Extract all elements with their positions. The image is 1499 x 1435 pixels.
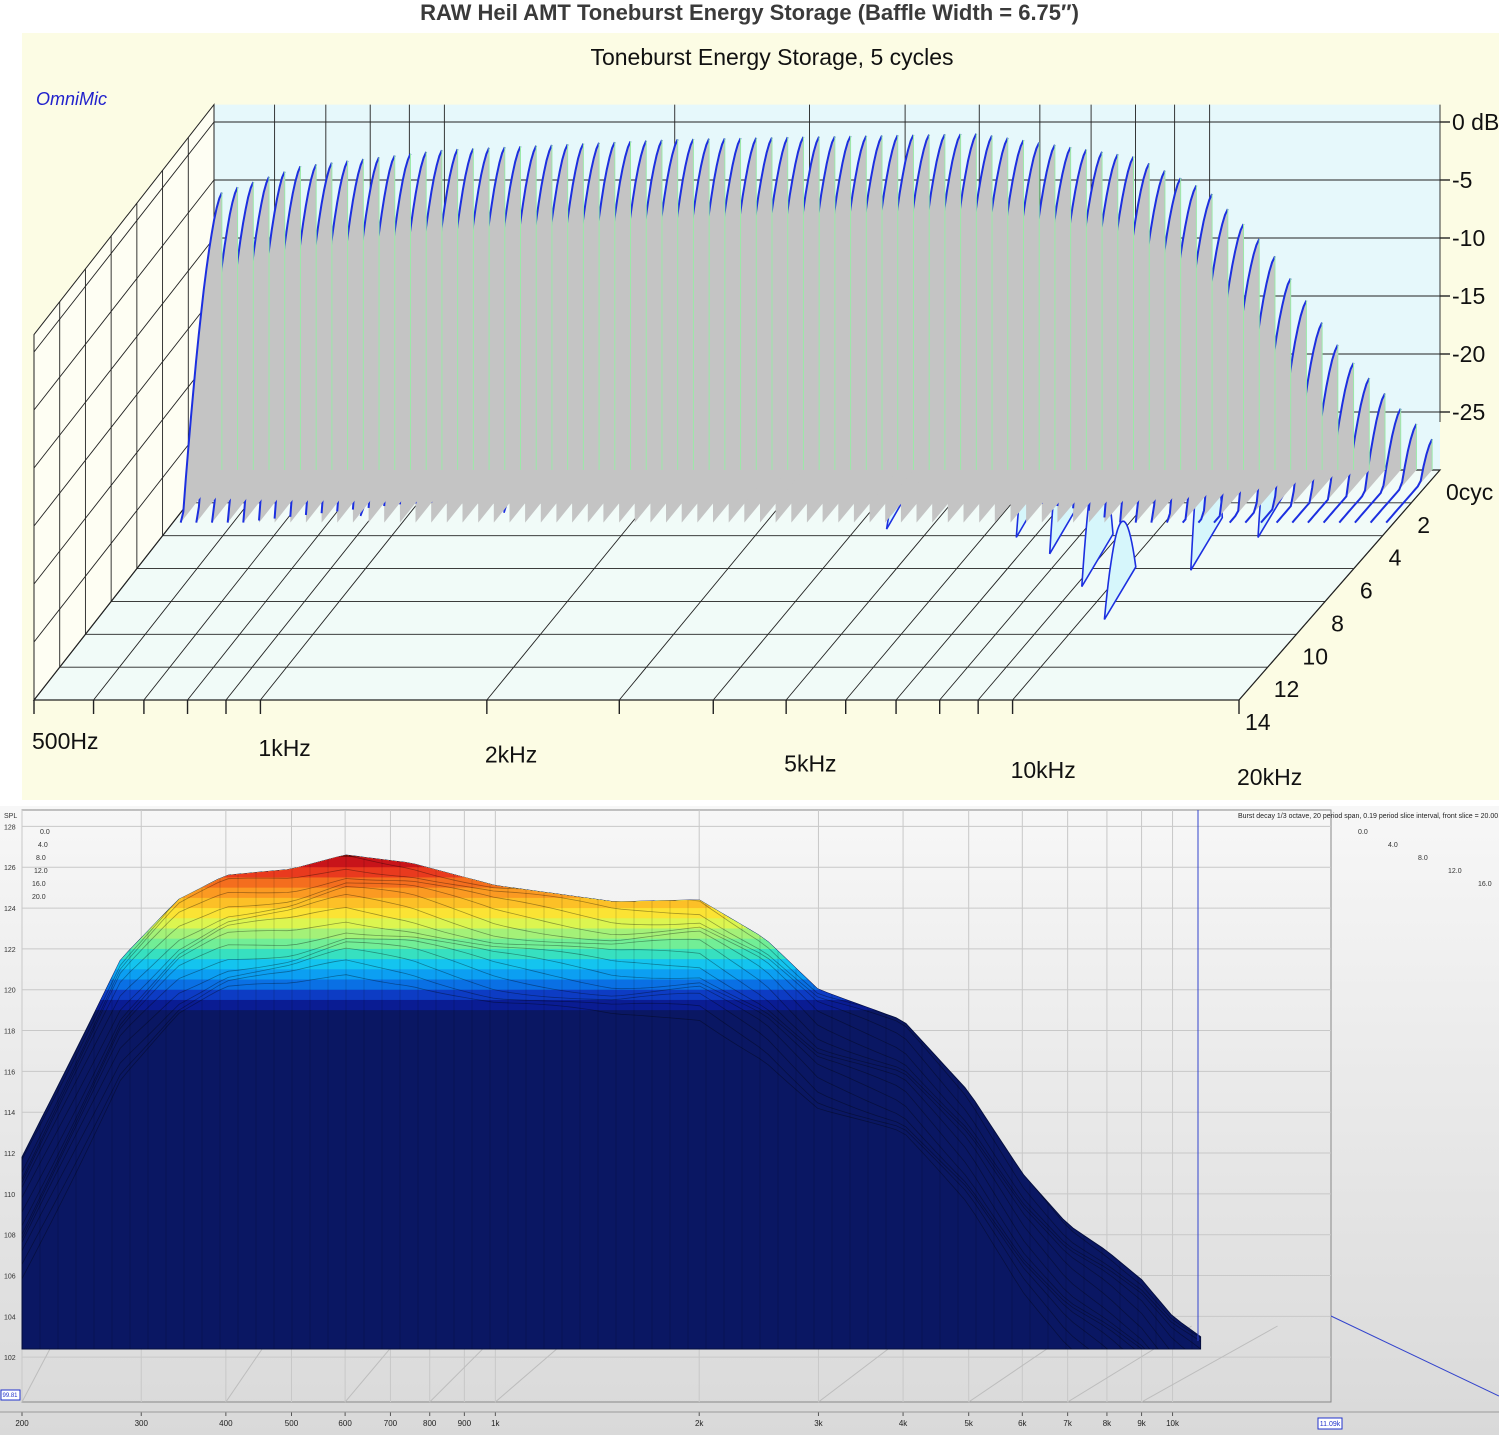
- x-tick-label: 10k: [1166, 1419, 1180, 1428]
- z-tick-label: 0cyc: [1446, 479, 1493, 505]
- x-tick-label: 300: [135, 1419, 149, 1428]
- y-tick-label: 106: [4, 1274, 16, 1281]
- y-tick-label: 108: [4, 1233, 16, 1240]
- z-tick-label: 12: [1274, 676, 1300, 702]
- z-tick-label: 2: [1417, 512, 1430, 538]
- x-tick-label: 10kHz: [1011, 757, 1076, 783]
- y-axis-name: SPL: [4, 813, 17, 820]
- y-readout: 99.81: [2, 1393, 18, 1399]
- y-tick-label: 126: [4, 865, 16, 872]
- y-tick-label: -20: [1452, 341, 1485, 367]
- y-tick-label: 122: [4, 947, 16, 954]
- depth-label-left: 12.0: [34, 868, 48, 875]
- x-tick-label: 20kHz: [1237, 764, 1302, 790]
- x-tick-label: 9k: [1137, 1419, 1146, 1428]
- x-tick-label: 3k: [814, 1419, 823, 1428]
- cursor-readout: 11.09k: [1320, 1421, 1341, 1428]
- toneburst-waterfall-chart: Toneburst Energy Storage, 5 cycles OmniMi…: [32, 44, 1499, 790]
- y-tick-label: 124: [4, 906, 16, 913]
- y-tick-label: 102: [4, 1355, 16, 1362]
- y-tick-label: -15: [1452, 283, 1485, 309]
- y-tick-label: 120: [4, 988, 16, 995]
- y-tick-label: 0 dB: [1452, 109, 1499, 135]
- depth-label-right: 4.0: [1388, 842, 1398, 849]
- toneburst-chart-panel: Toneburst Energy Storage, 5 cycles OmniMi…: [22, 33, 1499, 800]
- x-tick-label: 500Hz: [32, 728, 98, 754]
- x-tick-label: 2kHz: [485, 742, 537, 768]
- y-tick-label: 112: [4, 1151, 15, 1158]
- info-text: Burst decay 1/3 octave, 20 period span, …: [1238, 813, 1499, 820]
- x-tick-label: 1kHz: [258, 735, 310, 761]
- z-tick-label: 10: [1302, 643, 1328, 669]
- x-tick-label: 7k: [1063, 1419, 1072, 1428]
- depth-label-left: 4.0: [38, 842, 48, 849]
- x-tick-label: 900: [458, 1419, 472, 1428]
- depth-label-right: 8.0: [1418, 855, 1428, 862]
- x-tick-label: 5kHz: [784, 750, 836, 776]
- page-title: RAW Heil AMT Toneburst Energy Storage (B…: [420, 0, 1079, 25]
- z-tick-label: 4: [1389, 545, 1402, 571]
- x-tick-label: 6k: [1018, 1419, 1027, 1428]
- x-tick-label: 5k: [964, 1419, 973, 1428]
- depth-label-left: 0.0: [40, 829, 50, 836]
- y-tick-label: 116: [4, 1069, 15, 1076]
- y-tick-label: 128: [4, 824, 16, 831]
- burst-decay-surface-chart: 128 126 124 122 120 118 116 114 112 110 108 106 104 1…: [0, 806, 1499, 1435]
- y-tick-label: 114: [4, 1110, 15, 1117]
- y-tick-label: 104: [4, 1314, 16, 1321]
- burst-decay-chart-panel: 128 126 124 122 120 118 116 114 112 110 108 106 104 1…: [0, 806, 1499, 1435]
- chart-title: Toneburst Energy Storage, 5 cycles: [590, 44, 953, 70]
- x-tick-label: 400: [219, 1419, 233, 1428]
- x-tick-label: 800: [423, 1419, 437, 1428]
- x-tick-label: 200: [15, 1419, 29, 1428]
- x-tick-label: 2k: [695, 1419, 704, 1428]
- depth-label-right: 16.0: [1478, 881, 1492, 888]
- z-tick-label: 6: [1360, 578, 1373, 604]
- depth-label-right: 0.0: [1358, 829, 1368, 836]
- depth-label-right: 12.0: [1448, 868, 1462, 875]
- x-tick-label: 1k: [491, 1419, 500, 1428]
- y-tick-label: -5: [1452, 167, 1472, 193]
- depth-label-left: 20.0: [32, 894, 46, 901]
- x-tick-label: 8k: [1103, 1419, 1112, 1428]
- x-tick-label: 600: [338, 1419, 352, 1428]
- x-tick-label: 4k: [899, 1419, 908, 1428]
- y-tick-label: -25: [1452, 399, 1485, 425]
- z-tick-label: 14: [1245, 709, 1271, 735]
- depth-label-left: 16.0: [32, 881, 46, 888]
- x-tick-label: 700: [384, 1419, 398, 1428]
- y-tick-label: -10: [1452, 225, 1485, 251]
- x-tick-label: 500: [285, 1419, 299, 1428]
- z-tick-label: 8: [1331, 610, 1344, 636]
- y-tick-label: 118: [4, 1029, 15, 1036]
- y-tick-label: 110: [4, 1192, 15, 1199]
- depth-label-left: 8.0: [36, 855, 46, 862]
- omnimic-watermark: OmniMic: [36, 89, 107, 109]
